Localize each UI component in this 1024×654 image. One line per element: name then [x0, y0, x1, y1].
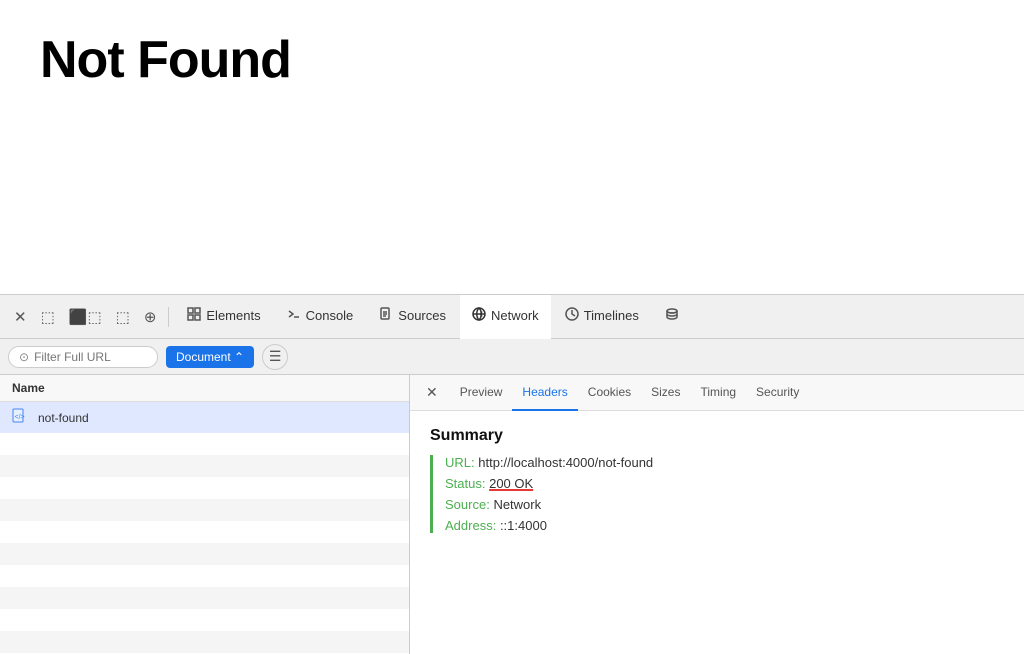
- inspect-element-button[interactable]: ⬚: [35, 304, 61, 330]
- tab-timing[interactable]: Timing: [690, 375, 746, 411]
- tab-timelines[interactable]: Timelines: [553, 295, 651, 339]
- document-filter-label: Document ⌃: [176, 350, 244, 364]
- request-name: not-found: [38, 411, 89, 425]
- tab-network[interactable]: Network: [460, 295, 551, 339]
- preview-tab-label: Preview: [460, 385, 503, 399]
- source-value: Network: [493, 497, 541, 512]
- source-label: Source:: [445, 497, 490, 512]
- devtools-panel: ✕ ⬚ ⬛⬚ ⬚ ⊕ Elements: [0, 294, 1024, 654]
- url-value: http://localhost:4000/not-found: [478, 455, 653, 470]
- split-view-icon: ⬛⬚: [69, 308, 102, 326]
- timelines-label: Timelines: [584, 308, 639, 323]
- toolbar-separator-1: [168, 307, 169, 327]
- tab-console[interactable]: Console: [275, 295, 366, 339]
- devtools-main: Name </> not-found ✕: [0, 375, 1024, 654]
- details-tabs: ✕ Preview Headers Cookies Sizes Timing: [410, 375, 1024, 411]
- page-content: Not Found: [0, 0, 1024, 294]
- url-label: URL:: [445, 455, 475, 470]
- document-filter-button[interactable]: Document ⌃: [166, 346, 254, 368]
- element-inspect-icon: ⬚: [41, 308, 55, 326]
- filter-icon: ⊙: [19, 350, 29, 364]
- security-tab-label: Security: [756, 385, 799, 399]
- console-icon: [287, 307, 301, 324]
- summary-status-row: Status: 200 OK: [445, 476, 1004, 491]
- summary-address-row: Address: ::1:4000: [445, 518, 1004, 533]
- target-button[interactable]: ⊕: [138, 304, 163, 330]
- status-label: Status:: [445, 476, 485, 491]
- summary-title: Summary: [430, 427, 1004, 445]
- sources-label: Sources: [398, 308, 446, 323]
- tab-elements[interactable]: Elements: [175, 295, 272, 339]
- details-content: Summary URL: http://localhost:4000/not-f…: [410, 411, 1024, 654]
- devtools-toolbar: ✕ ⬚ ⬛⬚ ⬚ ⊕ Elements: [0, 295, 1024, 339]
- details-close-icon: ✕: [426, 384, 438, 400]
- request-list-header: Name: [0, 375, 409, 402]
- network-label: Network: [491, 308, 539, 323]
- elements-icon: [187, 307, 201, 324]
- console-label: Console: [306, 308, 354, 323]
- filter-input-wrapper: ⊙: [8, 346, 158, 368]
- request-file-icon: </>: [12, 408, 30, 427]
- headers-tab-label: Headers: [522, 385, 567, 399]
- timelines-icon: [565, 307, 579, 324]
- filter-input[interactable]: [34, 350, 144, 364]
- filter-list-button[interactable]: ☰: [262, 344, 288, 370]
- address-label: Address:: [445, 518, 496, 533]
- sources-icon: [379, 307, 393, 324]
- network-icon: [472, 307, 486, 324]
- summary-source-row: Source: Network: [445, 497, 1004, 512]
- name-column-header: Name: [12, 381, 45, 395]
- dock-button[interactable]: ⬚: [110, 304, 136, 330]
- address-value: ::1:4000: [500, 518, 547, 533]
- request-list-panel: Name </> not-found: [0, 375, 410, 654]
- timing-tab-label: Timing: [700, 385, 736, 399]
- filter-list-icon: ☰: [269, 348, 282, 365]
- close-icon: ✕: [14, 308, 27, 326]
- status-value: 200 OK: [489, 476, 533, 491]
- tab-storage[interactable]: [653, 295, 691, 339]
- list-filler: [0, 433, 409, 654]
- storage-icon: [665, 307, 679, 324]
- split-view-button[interactable]: ⬛⬚: [63, 304, 108, 330]
- tab-preview[interactable]: Preview: [450, 375, 513, 411]
- svg-text:</>: </>: [15, 414, 25, 421]
- tab-sizes[interactable]: Sizes: [641, 375, 690, 411]
- crosshair-icon: ⊕: [144, 308, 157, 326]
- summary-fields: URL: http://localhost:4000/not-found Sta…: [430, 455, 1004, 533]
- page-title: Not Found: [40, 30, 984, 90]
- close-devtools-button[interactable]: ✕: [8, 304, 33, 330]
- sizes-tab-label: Sizes: [651, 385, 680, 399]
- summary-url-row: URL: http://localhost:4000/not-found: [445, 455, 1004, 470]
- tab-sources[interactable]: Sources: [367, 295, 458, 339]
- details-close-button[interactable]: ✕: [418, 380, 446, 405]
- cookies-tab-label: Cookies: [588, 385, 631, 399]
- details-panel: ✕ Preview Headers Cookies Sizes Timing: [410, 375, 1024, 654]
- devtools-filter-bar: ⊙ Document ⌃ ☰: [0, 339, 1024, 375]
- elements-label: Elements: [206, 308, 260, 323]
- request-item[interactable]: </> not-found: [0, 402, 409, 433]
- tab-security[interactable]: Security: [746, 375, 809, 411]
- tab-headers[interactable]: Headers: [512, 375, 577, 411]
- tab-cookies[interactable]: Cookies: [578, 375, 641, 411]
- dock-icon: ⬚: [116, 308, 130, 326]
